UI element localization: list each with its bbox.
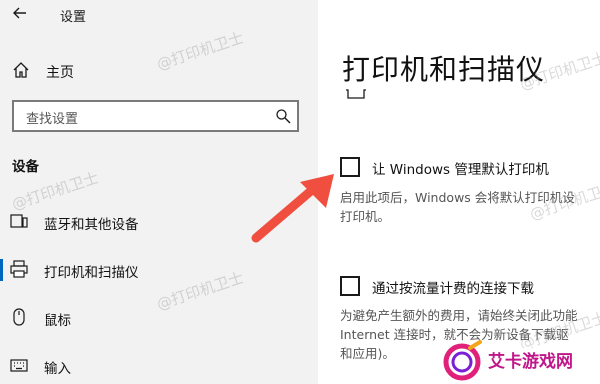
- site-logo: 艾卡游戏网: [443, 340, 596, 381]
- section-title: 设备: [12, 159, 39, 175]
- sidebar-item-label: 打印机和扫描仪: [44, 265, 139, 281]
- sidebar-item-typing[interactable]: 输入: [0, 348, 318, 384]
- active-indicator: [0, 259, 3, 281]
- checkbox-label: 让 Windows 管理默认打印机: [372, 162, 549, 178]
- annotation-arrow-icon: [251, 174, 334, 243]
- metered-download-checkbox[interactable]: [340, 276, 360, 296]
- back-arrow-icon[interactable]: [12, 5, 28, 21]
- search-placeholder: 查找设置: [26, 112, 79, 127]
- checkbox-label: 通过按流量计费的连接下载: [372, 281, 534, 297]
- home-label: 主页: [46, 65, 74, 81]
- svg-text:艾卡游戏网: 艾卡游戏网: [488, 351, 573, 372]
- printer-icon: [10, 260, 28, 278]
- page-title: 打印机和扫描仪: [342, 53, 546, 86]
- manage-default-printer-checkbox[interactable]: [340, 157, 360, 177]
- sidebar-item-label: 鼠标: [44, 313, 71, 329]
- sidebar-item-printers[interactable]: 打印机和扫描仪: [0, 252, 318, 288]
- main-content: 打印机和扫描仪 让 Windows 管理默认打印机 启用此项后，Windows …: [318, 0, 600, 384]
- home-icon: [13, 62, 29, 78]
- keyboard-icon: [10, 359, 28, 372]
- search-input[interactable]: 查找设置: [12, 100, 299, 132]
- partial-printer-icon: [346, 89, 366, 99]
- search-icon[interactable]: [275, 108, 291, 124]
- app-title: 设置: [60, 10, 87, 25]
- sidebar-item-label: 输入: [44, 361, 71, 377]
- mouse-icon: [13, 308, 25, 326]
- title-bar: 设置: [0, 0, 318, 30]
- sidebar-item-label: 蓝牙和其他设备: [44, 217, 139, 233]
- bluetooth-devices-icon: [10, 214, 28, 228]
- home-nav-item[interactable]: 主页: [12, 59, 262, 83]
